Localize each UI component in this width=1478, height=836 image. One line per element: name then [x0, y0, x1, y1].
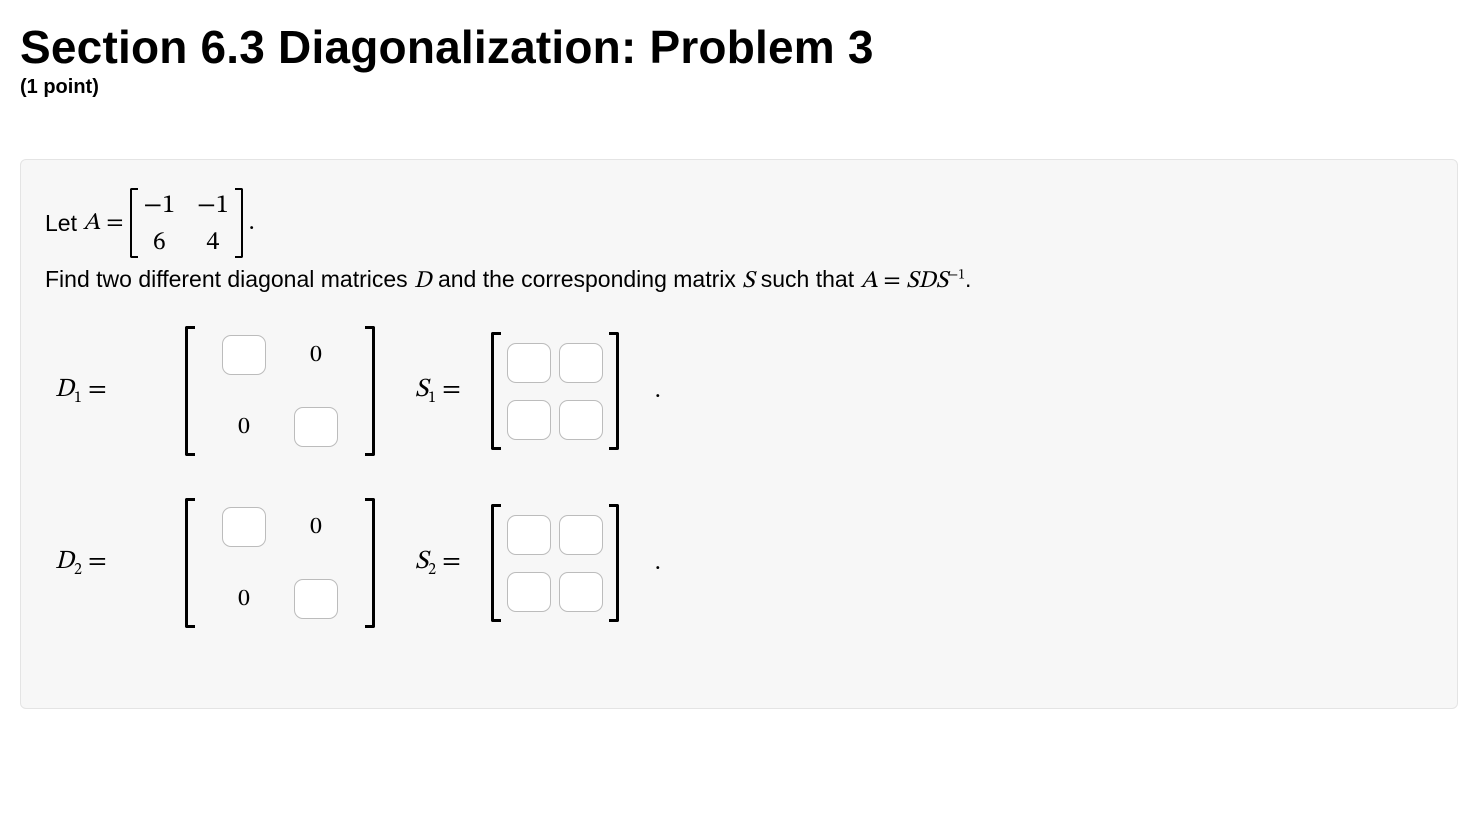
left-bracket-icon — [185, 498, 195, 628]
definition-line: Let A = −1 −1 6 4 . — [45, 188, 1433, 258]
matrix-D2: 0 0 — [185, 498, 375, 628]
D1-zero-12: 0 — [310, 340, 322, 370]
var-D: D — [414, 269, 432, 293]
S1-label: S1 = — [405, 374, 461, 408]
right-bracket-icon — [365, 498, 375, 628]
matrix-S2 — [491, 504, 619, 622]
D2-d11-input[interactable] — [222, 507, 266, 547]
matrix-S1 — [491, 332, 619, 450]
D1-sub: 1 — [74, 390, 82, 406]
D1-zero-21: 0 — [238, 412, 250, 442]
instr-mid: and the corresponding matrix — [432, 266, 743, 292]
row1-period: . — [655, 376, 661, 406]
equals-sign: = — [106, 208, 123, 238]
matrix-D1: 0 0 — [185, 326, 375, 456]
S2-s12-input[interactable] — [559, 515, 603, 555]
S1-s22-input[interactable] — [559, 400, 603, 440]
D2-var: D — [55, 549, 74, 575]
left-bracket-icon — [130, 188, 138, 258]
definition-period: . — [249, 208, 255, 238]
matrix-A-r2c2: 4 — [206, 227, 219, 260]
D2-sub: 2 — [74, 562, 82, 578]
instr-post: such that — [754, 266, 860, 292]
S2-sub: 2 — [428, 562, 436, 578]
S1-s12-input[interactable] — [559, 343, 603, 383]
S2-s21-input[interactable] — [507, 572, 551, 612]
left-bracket-icon — [491, 332, 501, 450]
D1-d22-input[interactable] — [294, 407, 338, 447]
instr-pre: Find two different diagonal matrices — [45, 266, 414, 292]
var-S: S — [742, 269, 754, 293]
S1-s21-input[interactable] — [507, 400, 551, 440]
let-text: Let — [45, 210, 77, 237]
answer-row-2: D2 = 0 0 S2 = — [45, 498, 1433, 628]
eq-exp: −1 — [948, 268, 965, 282]
answer-row-1: D1 = 0 0 S1 = — [45, 326, 1433, 456]
points-label: (1 point) — [20, 76, 1458, 99]
instr-end: . — [965, 266, 971, 292]
matrix-A-r2c1: 6 — [153, 227, 166, 260]
D2-d22-input[interactable] — [294, 579, 338, 619]
matrix-A-r1c1: −1 — [144, 190, 176, 223]
right-bracket-icon — [609, 332, 619, 450]
S2-s22-input[interactable] — [559, 572, 603, 612]
row2-period: . — [655, 548, 661, 578]
var-A: A — [83, 208, 100, 238]
D1-d11-input[interactable] — [222, 335, 266, 375]
right-bracket-icon — [235, 188, 243, 258]
S2-label: S2 = — [405, 546, 461, 580]
D2-zero-21: 0 — [238, 584, 250, 614]
instruction-line: Find two different diagonal matrices D a… — [45, 266, 1433, 296]
S2-s11-input[interactable] — [507, 515, 551, 555]
S2-var: S — [415, 549, 428, 575]
S1-sub: 1 — [428, 390, 436, 406]
S1-s11-input[interactable] — [507, 343, 551, 383]
S1-var: S — [415, 377, 428, 403]
eq-A: A — [860, 269, 877, 293]
matrix-A: −1 −1 6 4 — [130, 188, 243, 258]
left-bracket-icon — [185, 326, 195, 456]
D1-var: D — [55, 377, 74, 403]
problem-panel: Let A = −1 −1 6 4 . Find two different d… — [20, 159, 1458, 709]
D1-label: D1 = — [45, 374, 155, 408]
matrix-A-r1c2: −1 — [197, 190, 229, 223]
right-bracket-icon — [609, 504, 619, 622]
page-title: Section 6.3 Diagonalization: Problem 3 — [20, 20, 1458, 74]
D2-label: D2 = — [45, 546, 155, 580]
eq-SDS: SDS — [906, 269, 948, 293]
eq-eq: = — [878, 269, 907, 293]
D2-zero-12: 0 — [310, 512, 322, 542]
left-bracket-icon — [491, 504, 501, 622]
right-bracket-icon — [365, 326, 375, 456]
